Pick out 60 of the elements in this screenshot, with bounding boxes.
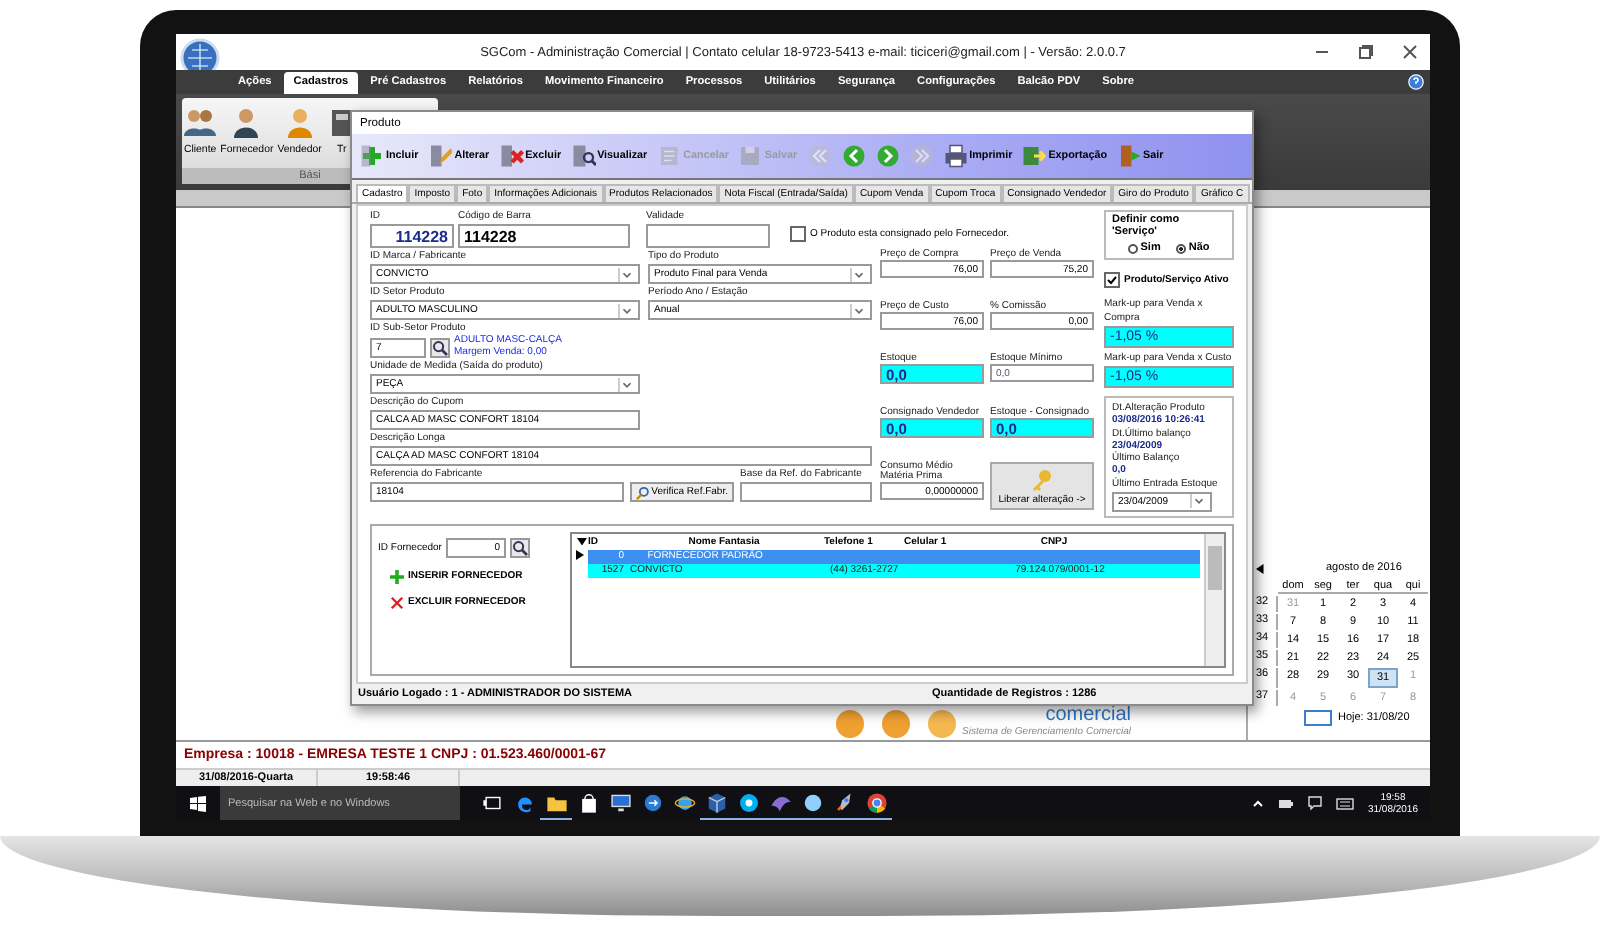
door-icon [1117,144,1142,168]
printer-icon [943,144,968,168]
logo-drawing [836,710,956,738]
search-icon [432,339,448,355]
document-icon [657,144,682,168]
search-button[interactable] [509,537,530,557]
search-button[interactable] [430,337,450,357]
person-icon [283,106,316,138]
id-field[interactable]: 114228 [370,224,454,248]
restore-icon[interactable] [1358,44,1374,60]
shopping-bag-icon [577,791,599,813]
help-icon[interactable] [1408,74,1424,90]
search-icon [511,539,528,555]
sheet-arrow-icon [1022,144,1047,168]
close-icon[interactable] [1402,44,1418,60]
validity-field[interactable] [646,224,770,248]
people-icon [184,106,217,138]
chrome-icon [865,791,887,813]
magnifier-document-icon [571,144,596,168]
battery-icon[interactable] [1277,797,1294,809]
today-marker [1304,710,1332,726]
plus-icon [360,144,384,168]
radio-button[interactable] [1176,243,1187,253]
search-icon [635,485,650,499]
keyboard-icon[interactable] [1335,797,1354,809]
dropdown-arrow-icon [618,267,634,281]
plus-icon [390,569,404,583]
windows-logo-icon [190,795,206,811]
monitor-icon [609,791,631,813]
text-field[interactable] [740,482,872,502]
left-arrow-icon[interactable] [1256,563,1266,573]
dropdown-arrow-icon [1190,494,1206,508]
checkbox[interactable] [1104,272,1120,288]
x-icon [390,595,404,609]
dropdown-arrow-icon [850,267,866,281]
scrollbar[interactable] [1204,533,1224,666]
radio-button[interactable] [1128,243,1139,253]
previous-button[interactable] [839,142,868,170]
chat-icon [737,791,759,813]
double-right-arrow-icon [909,144,934,168]
checkbox[interactable] [790,226,806,242]
cube-icon [705,791,727,813]
next-button[interactable] [873,142,902,170]
double-left-arrow-icon [807,144,832,168]
pencil-icon [428,144,453,168]
task-view-icon [481,791,503,813]
caret-down-icon [576,537,588,547]
dropdown-arrow-icon [618,303,634,317]
key-icon [1030,468,1054,492]
bubble-icon [801,791,823,813]
barcode-field[interactable]: 114228 [458,224,630,248]
row-pointer-icon [576,549,584,559]
dropdown-arrow-icon [618,377,634,391]
person-icon [230,106,263,138]
rocket-icon [833,791,855,813]
notification-icon[interactable] [1307,796,1322,810]
x-icon [499,144,524,168]
logo-word: comercial [1045,706,1131,726]
caret-up-icon[interactable] [1251,797,1264,809]
dropdown-arrow-icon [850,303,866,317]
